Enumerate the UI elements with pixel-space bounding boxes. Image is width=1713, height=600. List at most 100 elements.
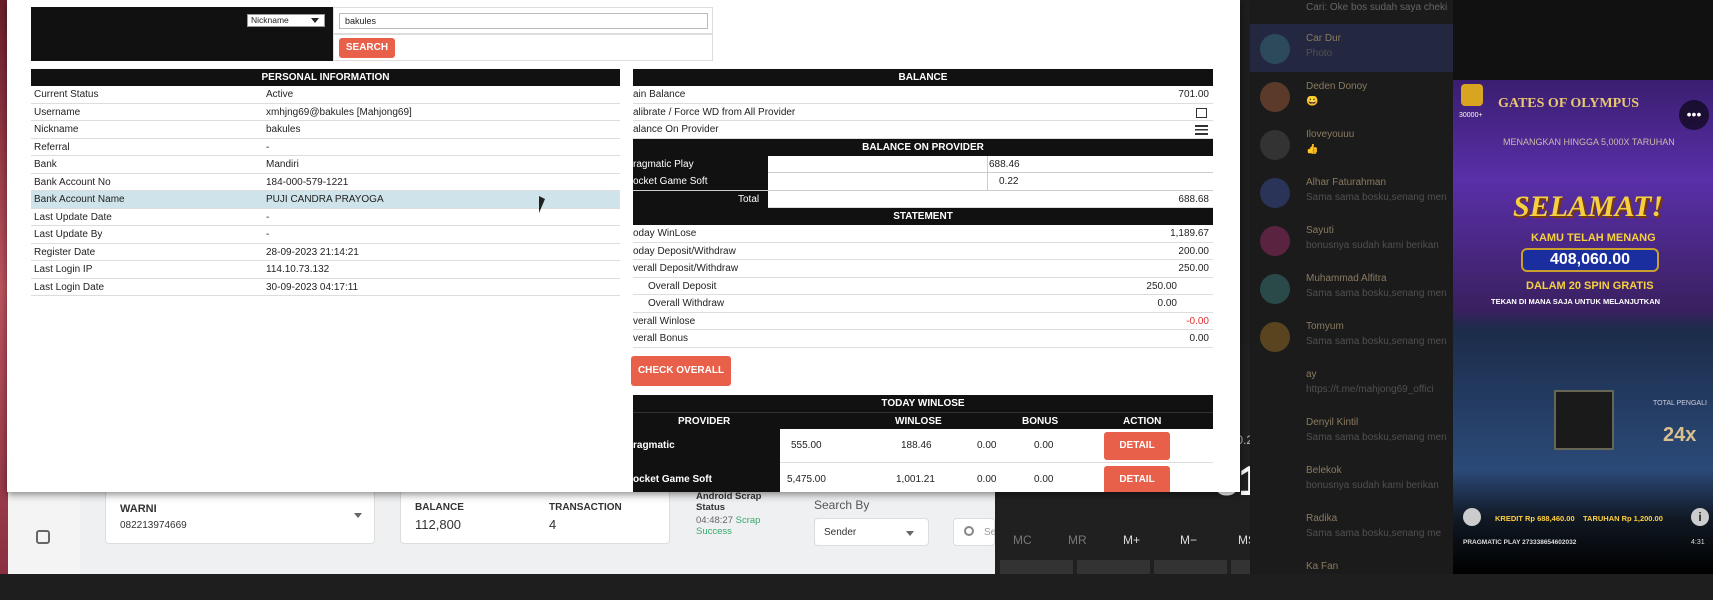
trophy-icon <box>1461 84 1483 106</box>
chat-item[interactable]: Deden Donoy 😀 <box>1250 72 1453 120</box>
chat-item[interactable]: ay https://t.me/mahjong69_offici <box>1250 360 1453 408</box>
check-overall-button[interactable]: CHECK OVERALL <box>631 355 731 386</box>
today-winlose-columns: PROVIDER WINLOSE BONUS ACTION <box>633 412 1213 429</box>
table-row: Username xmhjng69@bakules [Mahjong69] <box>31 104 620 121</box>
balance-header: BALANCE <box>633 69 1213 86</box>
row-value: Active <box>266 89 294 100</box>
m-plus-button[interactable]: M+ <box>1123 533 1140 547</box>
calibrate-label: alibrate / Force WD from All Provider <box>633 106 796 118</box>
chat-message: Sama sama bosku,senang men <box>1306 432 1447 443</box>
scrap-status-title: Android Scrap Status <box>696 491 762 513</box>
search-input[interactable]: Se <box>953 518 996 546</box>
win-tap-hint: TEKAN DI MANA SAJA UNTUK MELANJUTKAN <box>1491 297 1661 306</box>
chat-name: Denyil Kintil <box>1306 417 1359 428</box>
statement-value: 0.00 <box>1189 333 1209 344</box>
search-button[interactable]: SEARCH <box>339 38 395 58</box>
external-link-icon[interactable] <box>1196 107 1207 118</box>
statement-label: verall Bonus <box>633 333 689 344</box>
avatar <box>1260 130 1290 160</box>
statement-value: 250.00 <box>1178 263 1209 274</box>
chat-message: Sama sama bosku,senang men <box>1306 288 1447 299</box>
statement-value: -0.00 <box>1186 315 1209 327</box>
more-icon[interactable]: ••• <box>1679 100 1709 130</box>
chevron-down-icon <box>906 531 914 536</box>
table-row: Current Status Active <box>31 86 620 104</box>
chat-name: Radika <box>1306 513 1338 524</box>
chat-name: Belekok <box>1306 465 1342 476</box>
chat-item[interactable]: Alhar Faturahman Sama sama bosku,senang m… <box>1250 168 1453 216</box>
table-row: Bank Mandiri <box>31 156 620 174</box>
chat-item[interactable]: Tomyum Sama sama bosku,senang men <box>1250 312 1453 360</box>
avatar <box>1260 274 1290 304</box>
provider-row: ragmatic Play 688.46 <box>633 155 1213 173</box>
m-minus-button[interactable]: M− <box>1180 533 1197 547</box>
search-by-select[interactable]: Sender <box>814 518 929 546</box>
table-row: oday WinLose 1,189.67 <box>633 225 1213 243</box>
search-value-input[interactable]: bakules <box>339 13 708 29</box>
row-label: Bank Account Name <box>34 194 125 205</box>
avatar <box>1260 82 1290 112</box>
chat-name: Muhammad Alfitra <box>1306 273 1387 284</box>
table-row: Last Login Date 30-09-2023 04:17:11 <box>31 279 620 296</box>
table-row: verall Winlose -0.00 <box>633 313 1213 330</box>
user-name: WARNI <box>120 503 157 515</box>
win-amount: 408,060.00 <box>1521 248 1659 272</box>
chat-item[interactable]: Denyil Kintil Sama sama bosku,senang men <box>1250 408 1453 456</box>
chat-item[interactable]: Belekok bonusnya sudah kami berikan <box>1250 456 1453 504</box>
table-row: verall Bonus 0.00 <box>633 330 1213 348</box>
cell-value: 5,475.00 <box>787 474 826 485</box>
row-label: Current Status <box>34 89 99 100</box>
avatar <box>1260 178 1290 208</box>
calc-key[interactable] <box>1000 560 1073 574</box>
chat-message: Sama sama bosku,senang me <box>1306 528 1442 539</box>
game-screenshot: 30000+ GATES OF OLYMPUS MENANGKAN HINGGA… <box>1453 0 1713 574</box>
table-row: ain Balance 701.00 <box>633 86 1213 104</box>
chat-name: Iloveyouuu <box>1306 129 1355 140</box>
calc-key[interactable] <box>1077 560 1150 574</box>
cell-divider <box>987 173 988 190</box>
balance-table: BALANCE ain Balance 701.00 alibrate / For… <box>631 69 1213 386</box>
menu-icon[interactable] <box>1463 508 1481 526</box>
chat-name: Deden Donoy <box>1306 81 1368 92</box>
chat-item[interactable]: Car Dur Photo <box>1250 24 1453 72</box>
user-card[interactable]: WARNI 082213974669 <box>105 490 375 544</box>
chat-item[interactable]: Iloveyouuu 👍 <box>1250 120 1453 168</box>
table-row: Referral - <box>31 139 620 156</box>
chat-name: Ka Fan <box>1306 561 1339 572</box>
col-winlose: WINLOSE <box>895 416 942 427</box>
scrap-status: Android Scrap Status 04:48:27 Scrap Succ… <box>696 491 781 537</box>
chat-message: Sama sama bosku,senang men <box>1306 192 1447 203</box>
table-row: verall Deposit/Withdraw 250.00 <box>633 260 1213 278</box>
list-icon[interactable] <box>1195 125 1208 135</box>
chat-item[interactable]: Muhammad Alfitra Sama sama bosku,senang m… <box>1250 264 1453 312</box>
detail-button[interactable]: DETAIL <box>1104 466 1170 492</box>
detail-button[interactable]: DETAIL <box>1104 432 1170 460</box>
row-label: Username <box>34 106 81 118</box>
statement-sub-value: 0.00 <box>1157 298 1177 309</box>
statement-label: oday WinLose <box>633 228 697 239</box>
chat-item[interactable]: Radika Sama sama bosku,senang me <box>1250 504 1453 552</box>
search-type-value: Nickname <box>251 15 289 25</box>
search-type-select[interactable]: Nickname <box>247 14 325 27</box>
table-row-highlighted: Bank Account Name PUJI CANDRA PRAYOGA <box>31 191 620 209</box>
mc-button[interactable]: MC <box>1013 533 1032 547</box>
chat-item[interactable]: Ka Fan <box>1250 552 1453 600</box>
row-label: Register Date <box>34 246 96 258</box>
sidebar-settings-icon[interactable] <box>36 530 50 544</box>
info-icon[interactable]: i <box>1691 508 1709 526</box>
chat-message: https://t.me/mahjong69_offici <box>1306 384 1434 395</box>
calc-key[interactable] <box>1154 560 1227 574</box>
balance-label: BALANCE <box>415 502 464 513</box>
chat-item[interactable]: Sayuti bonusnya sudah kami berikan <box>1250 216 1453 264</box>
game-id: 273338654602032 <box>1522 539 1577 546</box>
game-footer: PRAGMATIC PLAY 273338654602032 <box>1463 539 1576 546</box>
statement-label: oday Deposit/Withdraw <box>633 245 736 257</box>
cell-divider <box>987 155 988 173</box>
mr-button[interactable]: MR <box>1068 533 1087 547</box>
row-value: 114.10.73.132 <box>266 264 330 275</box>
row-label: Bank Account No <box>34 176 111 188</box>
cell-value: 0.00 <box>1034 474 1054 485</box>
personal-info-table: PERSONAL INFORMATION Current Status Activ… <box>31 69 620 296</box>
row-label: Last Login Date <box>34 281 105 293</box>
chevron-down-icon[interactable] <box>354 513 362 518</box>
